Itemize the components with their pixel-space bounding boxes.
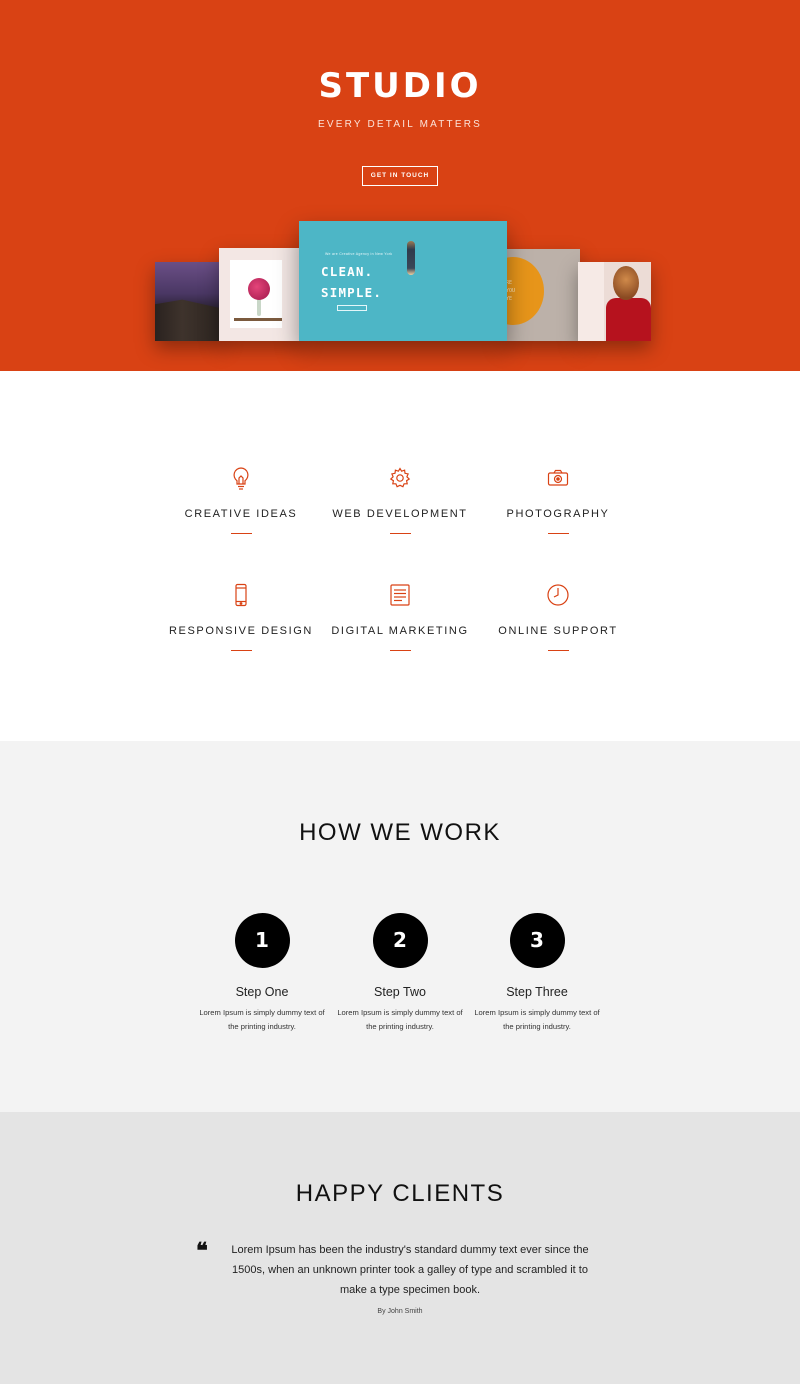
camera-icon <box>547 469 569 486</box>
step-description: Lorem Ipsum is simply dummy text of the … <box>330 1006 470 1034</box>
step-card: 2 Step Two Lorem Ipsum is simply dummy t… <box>330 913 470 1034</box>
section-title: HAPPY CLIENTS <box>295 1180 505 1207</box>
mockup-flower-image <box>219 248 303 341</box>
get-in-touch-button[interactable]: GET IN TOUCH <box>362 166 438 186</box>
service-label: WEB DEVELOPMENT <box>332 508 468 520</box>
hero-section: STUDIO EVERY DETAIL MATTERS GET IN TOUCH… <box>0 0 800 371</box>
step-title: Step Two <box>374 985 426 999</box>
mockup-headline-line: SIMPLE. <box>321 285 383 300</box>
section-title: HOW WE WORK <box>299 819 501 846</box>
service-label: RESPONSIVE DESIGN <box>169 625 313 637</box>
mockup-button <box>337 305 367 311</box>
service-divider <box>230 650 252 651</box>
service-label: ONLINE SUPPORT <box>498 625 618 637</box>
mockup-portrait-image <box>578 262 651 341</box>
step-number: 1 <box>234 913 290 968</box>
service-divider <box>230 533 252 534</box>
service-label: PHOTOGRAPHY <box>506 508 610 520</box>
testimonial-author: By John Smith <box>377 1308 423 1315</box>
step-title: Step One <box>235 985 289 999</box>
pencil-image <box>407 241 415 275</box>
lightbulb-icon <box>233 467 249 490</box>
service-divider <box>547 533 569 534</box>
step-card: 1 Step One Lorem Ipsum is simply dummy t… <box>192 913 332 1034</box>
step-description: Lorem Ipsum is simply dummy text of the … <box>192 1006 332 1034</box>
testimonial-quote: Lorem Ipsum has been the industry's stan… <box>231 1244 589 1296</box>
mockup-headline-line: CLEAN. <box>321 264 374 279</box>
gear-icon <box>389 467 411 488</box>
step-description-line: the printing industry. <box>503 1022 571 1031</box>
service-label: CREATIVE IDEAS <box>184 508 298 520</box>
step-description-line: Lorem Ipsum is simply dummy text of <box>337 1008 463 1017</box>
step-description-line: the printing industry. <box>228 1022 296 1031</box>
service-label: DIGITAL MARKETING <box>331 625 469 637</box>
mockup-main-screen: We are Creative Agency in New York CLEAN… <box>299 221 507 341</box>
service-creative-ideas: CREATIVE IDEAS <box>161 466 321 534</box>
service-responsive-design: RESPONSIVE DESIGN <box>161 583 321 651</box>
hero-subtitle: EVERY DETAIL MATTERS <box>317 119 483 130</box>
hero-title: STUDIO <box>318 66 482 106</box>
step-number: 3 <box>509 913 565 968</box>
how-we-work-section: HOW WE WORK 1 Step One Lorem Ipsum is si… <box>0 741 800 1112</box>
service-digital-marketing: DIGITAL MARKETING <box>320 583 480 651</box>
mockup-side-text: YE <box>506 296 513 302</box>
clock-icon <box>547 584 569 606</box>
step-description-line: Lorem Ipsum is simply dummy text of <box>199 1008 325 1017</box>
document-icon <box>390 584 410 606</box>
service-photography: PHOTOGRAPHY <box>478 466 638 534</box>
smartphone-icon <box>235 583 247 607</box>
mockup-orange-card: RE YOU YE <box>502 249 580 341</box>
service-web-development: WEB DEVELOPMENT <box>320 466 480 534</box>
mockup-side-text: RE <box>506 280 513 286</box>
mockup-small-text: We are Creative Agency in New York <box>325 252 393 256</box>
service-divider <box>547 650 569 651</box>
services-section: CREATIVE IDEAS WEB DEVELOPMENT PHOTOGRAP… <box>0 371 800 741</box>
step-description: Lorem Ipsum is simply dummy text of the … <box>467 1006 607 1034</box>
service-divider <box>389 533 411 534</box>
quote-icon: ❝ <box>196 1238 208 1264</box>
step-card: 3 Step Three Lorem Ipsum is simply dummy… <box>467 913 607 1034</box>
mockup-landscape-image <box>155 262 223 341</box>
step-title: Step Three <box>506 985 568 999</box>
mockup-side-text: YOU <box>506 288 516 294</box>
service-divider <box>389 650 411 651</box>
happy-clients-section: HAPPY CLIENTS ❝ Lorem Ipsum has been the… <box>0 1112 800 1384</box>
step-number: 2 <box>372 913 428 968</box>
step-description-line: Lorem Ipsum is simply dummy text of <box>474 1008 600 1017</box>
service-online-support: ONLINE SUPPORT <box>478 583 638 651</box>
step-description-line: the printing industry. <box>366 1022 434 1031</box>
